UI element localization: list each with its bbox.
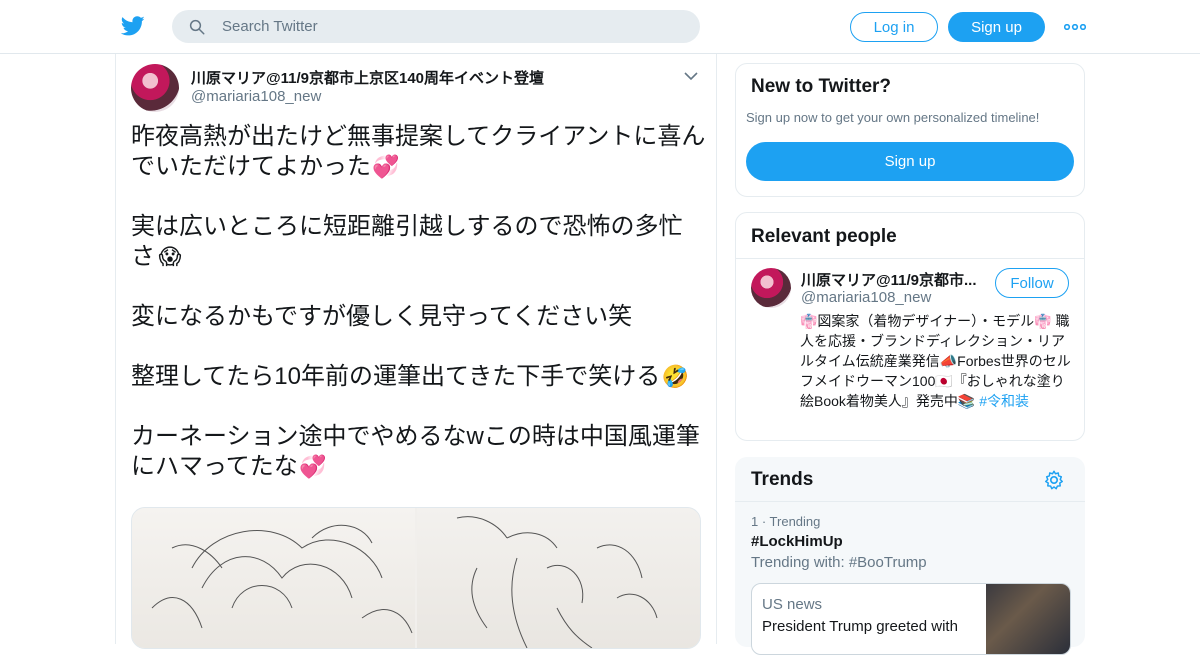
module-title: New to Twitter? (751, 76, 892, 97)
tweet-text: 昨夜高熱が出たけど無事提案してクライアントに喜んでいただけてよかった💞 実は広い… (131, 122, 706, 512)
avatar[interactable] (131, 64, 179, 112)
new-to-twitter-module: New to Twitter? Sign up now to get your … (735, 63, 1085, 197)
chevron-down-icon[interactable] (684, 72, 698, 81)
trends-module: Trends 1 · Trending #LockHimUp Trending … (735, 457, 1085, 655)
twitter-bird-icon[interactable] (120, 14, 146, 38)
media-image-flower-sketch[interactable] (417, 508, 700, 648)
module-title: Trends (751, 469, 814, 490)
peony-sketch-icon (151, 524, 413, 634)
trend-related[interactable]: Trending with: #BooTrump (751, 554, 927, 571)
news-category: US news (762, 596, 823, 613)
search-icon (189, 19, 205, 35)
module-title: Relevant people (751, 226, 897, 247)
more-options-icon[interactable] (1064, 24, 1086, 30)
tweet-paragraph: 変になるかもですが優しく見守ってください笑 (131, 303, 633, 330)
person-name[interactable]: 川原マリア@11/9京都市... (801, 269, 981, 290)
login-button[interactable]: Log in (850, 12, 938, 42)
top-navigation-bar: Log in Sign up (0, 0, 1200, 54)
tweet-paragraph: 昨夜高熱が出たけど無事提案してクライアントに喜んでいただけてよかった💞 (131, 123, 706, 180)
relevant-people-module: Relevant people 川原マリア@11/9京都市... @mariar… (735, 212, 1085, 441)
news-headline[interactable]: President Trump greeted with (762, 618, 958, 635)
person-bio: 👘図案家（着物デザイナー）・モデル👘 職人を応援・ブランドディレクション・リアル… (800, 313, 1071, 409)
tweet-user-handle[interactable]: @mariaria108_new (191, 88, 321, 105)
trend-news-card[interactable]: US news President Trump greeted with (751, 583, 1071, 655)
trend-meta: 1 · Trending (751, 514, 821, 529)
flower-sketch-icon (456, 516, 658, 648)
signup-button[interactable]: Sign up (948, 12, 1045, 42)
hashtag-link[interactable]: #令和装 (979, 393, 1029, 409)
tweet-paragraph: 実は広いところに短距離引越しするので恐怖の多忙さ 😱 (131, 213, 683, 270)
media-image-peony-sketch[interactable] (132, 508, 415, 648)
avatar[interactable] (751, 268, 791, 308)
screaming-face-icon: 😱 (158, 244, 182, 269)
tweet-paragraph: 整理してたら10年前の運筆出てきた下手で笑ける🤣 (131, 363, 689, 390)
tweet-paragraph: カーネーション途中でやめるなwこの時は中国風運筆にハマってたな💞 (131, 423, 700, 480)
revolving-hearts-icon: 💞 (299, 454, 327, 479)
trend-hashtag[interactable]: #LockHimUp (751, 533, 843, 550)
revolving-hearts-icon: 💞 (372, 154, 400, 179)
search-input[interactable] (222, 10, 682, 43)
divider (736, 258, 1084, 259)
module-subtitle: Sign up now to get your own personalized… (746, 110, 1040, 125)
tweet-user-name[interactable]: 川原マリア@11/9京都市上京区140周年イベント登壇 (191, 67, 544, 88)
news-thumbnail[interactable] (986, 584, 1070, 654)
divider (735, 501, 1085, 502)
person-handle[interactable]: @mariaria108_new (801, 289, 931, 306)
gear-icon[interactable] (1043, 469, 1065, 491)
follow-button[interactable]: Follow (995, 268, 1069, 298)
tweet-detail: 川原マリア@11/9京都市上京区140周年イベント登壇 @mariaria108… (115, 54, 717, 649)
tweet-media[interactable] (131, 507, 701, 649)
sidebar-signup-button[interactable]: Sign up (746, 142, 1074, 181)
rofl-face-icon: 🤣 (661, 364, 689, 389)
search-box[interactable] (172, 10, 700, 43)
